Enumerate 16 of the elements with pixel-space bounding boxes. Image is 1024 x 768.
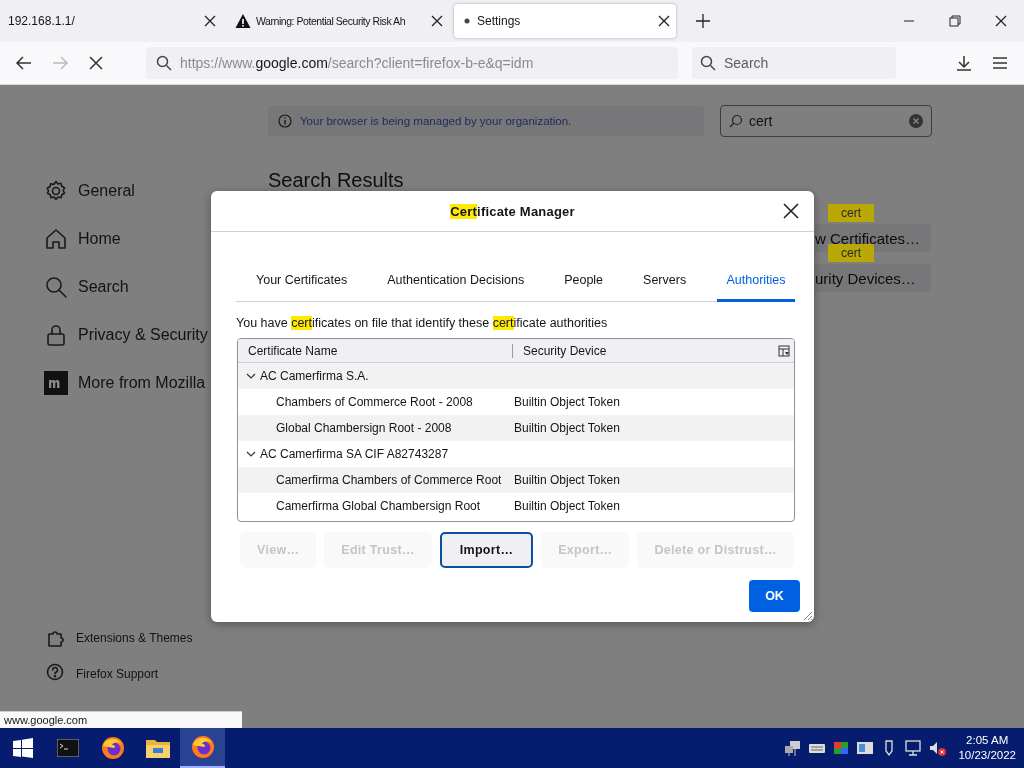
managed-notice: Your browser is being managed by your organization.: [268, 106, 704, 136]
column-header: Certificate Name: [247, 343, 339, 358]
column-header: Security Device: [512, 343, 778, 358]
table-cell-text: Builtin Object Token: [514, 395, 621, 409]
table-cell-text: Builtin Object Token: [514, 473, 621, 487]
search-highlight-tooltip: cert: [828, 244, 874, 262]
table-cell-text: Global Chambersign Root - 2008: [275, 421, 453, 435]
section-heading: Search Results: [268, 169, 405, 192]
status-url: www.google.com: [0, 711, 242, 728]
table-cell-text: Builtin Object Token: [514, 499, 621, 513]
table-cell-text: Builtin Object Token: [514, 421, 621, 435]
table-cell-text: Camerfirma Global Chambersign Root: [275, 499, 482, 513]
table-cell-text: Chambers of Commerce Root - 2008: [275, 395, 474, 409]
search-highlight-tooltip: cert: [828, 204, 874, 222]
table-cell-text: Camerfirma Chambers of Commerce Root: [275, 473, 503, 487]
dialog-title: Certificate Manager: [450, 203, 575, 219]
